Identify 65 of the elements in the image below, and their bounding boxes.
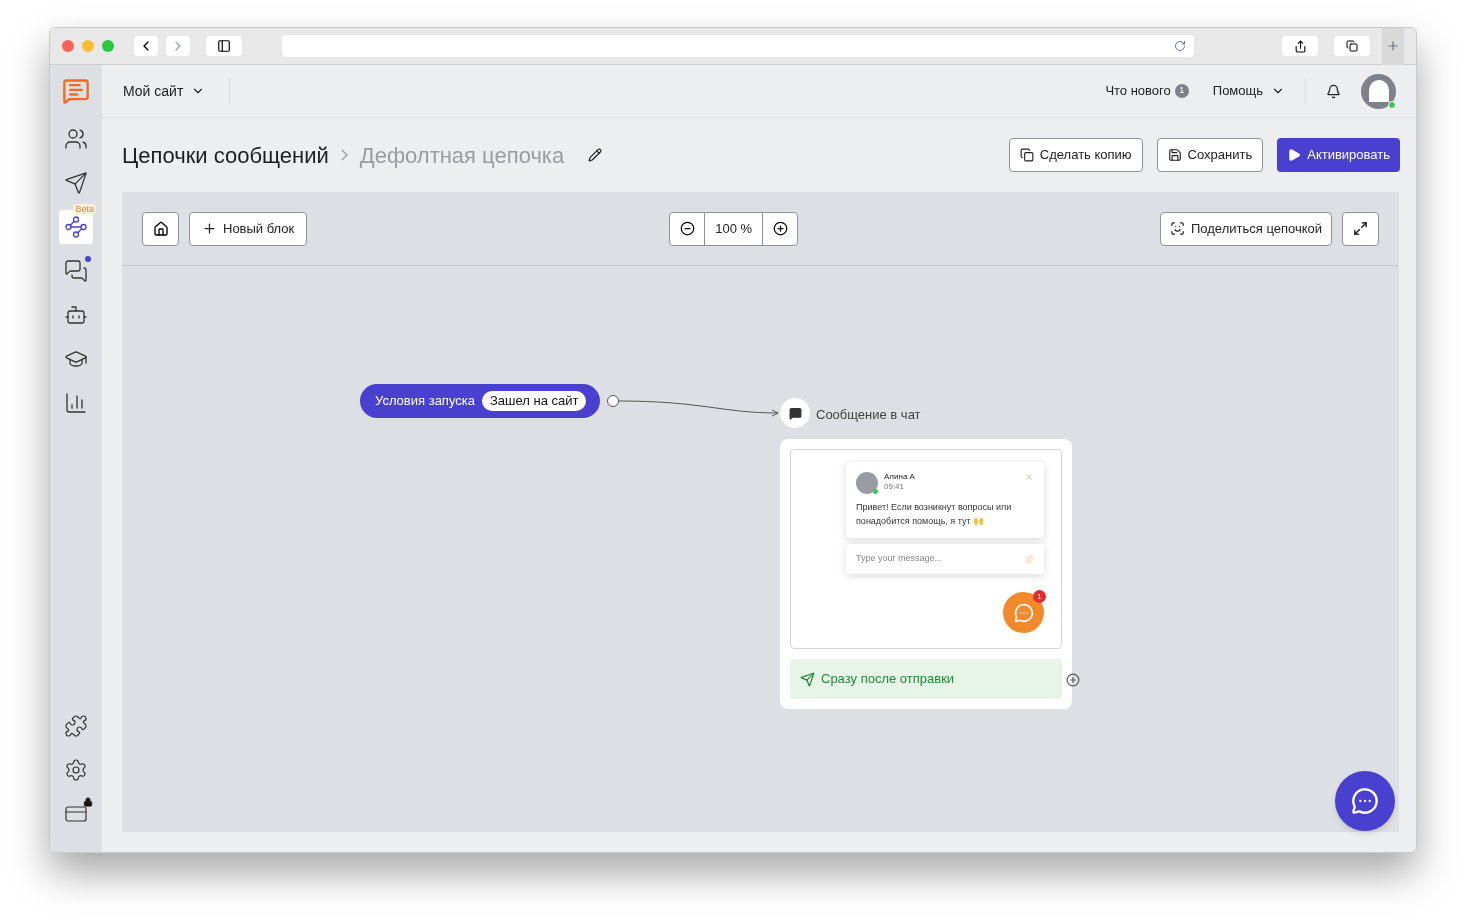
message-time: 09:41 — [884, 482, 906, 492]
count-badge: 1 — [1174, 84, 1189, 98]
breadcrumb-chevron-icon — [340, 149, 348, 161]
trigger-condition: Зашел на сайт — [481, 391, 587, 411]
action-button[interactable]: Активировать — [1277, 138, 1400, 172]
reload-icon[interactable] — [1174, 40, 1186, 52]
chain-name: Дефолтная цепочка — [359, 141, 565, 170]
page-title[interactable]: Цепочки сообщений — [122, 138, 329, 172]
notifications-icon[interactable] — [1326, 83, 1341, 99]
home-button[interactable] — [142, 211, 179, 246]
lock-icon — [83, 797, 93, 807]
output-port[interactable] — [607, 395, 619, 407]
send-condition[interactable]: Сразу после отправки — [790, 659, 1062, 699]
minus-icon — [679, 221, 695, 236]
chat-bubbles-icon — [64, 259, 88, 283]
zoom-level: 100 % — [714, 219, 754, 238]
sidebar-item[interactable] — [59, 210, 93, 244]
share-chain-button[interactable]: Поделиться цепочкой — [1160, 211, 1332, 246]
paper-plane-icon — [64, 171, 88, 195]
unread-count: 1 — [1033, 590, 1046, 603]
share-icon — [1293, 39, 1307, 53]
avatar[interactable] — [1361, 73, 1396, 109]
fullscreen-button[interactable] — [1342, 211, 1379, 246]
sidebar-icon — [217, 39, 231, 53]
site-selector[interactable]: Мой сайт — [123, 78, 231, 104]
paper-plane-icon — [800, 671, 815, 687]
share-button[interactable] — [1282, 36, 1318, 56]
tabs-button[interactable] — [1334, 36, 1370, 56]
plus-icon — [772, 221, 788, 236]
expand-icon — [1353, 221, 1368, 236]
chat-icon — [1013, 602, 1034, 623]
settings-icon — [64, 758, 88, 782]
new-block-button[interactable]: Новый блок — [189, 211, 308, 246]
whats-new-link[interactable]: Что нового — [1105, 81, 1171, 101]
play-icon — [1287, 148, 1302, 162]
help-menu[interactable]: Помощь — [1212, 78, 1306, 104]
plus-icon — [1386, 39, 1400, 53]
trigger-node[interactable]: Условия запуска Зашел на сайт — [360, 384, 601, 418]
tabs-icon — [1346, 40, 1358, 52]
home-icon — [152, 220, 169, 237]
action-button[interactable]: Сохранить — [1156, 138, 1264, 172]
agent-avatar — [856, 472, 878, 494]
bar-chart-icon — [64, 391, 88, 415]
message-text: Привет! Если возникнут вопросы или понадобится помощь, я тут 🙌 — [856, 501, 1013, 528]
add-next-icon[interactable] — [1066, 673, 1080, 687]
plus-icon — [202, 221, 217, 236]
edit-icon[interactable] — [588, 148, 603, 162]
scan-icon — [1170, 221, 1185, 236]
chat-launcher[interactable]: 1 — [1003, 592, 1044, 633]
message-node-title: Сообщение в чат — [816, 406, 921, 424]
puzzle-icon — [64, 714, 88, 738]
agent-name: Алина А — [884, 472, 916, 482]
message-input[interactable]: Type your message... — [846, 544, 1044, 574]
copy-icon — [1019, 148, 1034, 162]
chat-icon — [1351, 787, 1379, 815]
message-node-card[interactable]: Алина А 09:41 Привет! Если возникнут вопросы или понадобится помощь, я тут 🙌 Type your message... 1 Сразу после отправки — [780, 439, 1072, 709]
route-icon — [64, 215, 88, 239]
message-node-icon — [780, 398, 810, 428]
action-button[interactable]: Сделать копию — [1008, 138, 1143, 172]
beta-badge: Beta — [73, 204, 96, 215]
users-icon — [64, 127, 88, 151]
trigger-label: Условия запуска — [375, 392, 475, 411]
sidebar-toggle-button[interactable] — [206, 36, 242, 56]
robot-icon — [64, 303, 88, 327]
back-button[interactable] — [134, 36, 158, 56]
